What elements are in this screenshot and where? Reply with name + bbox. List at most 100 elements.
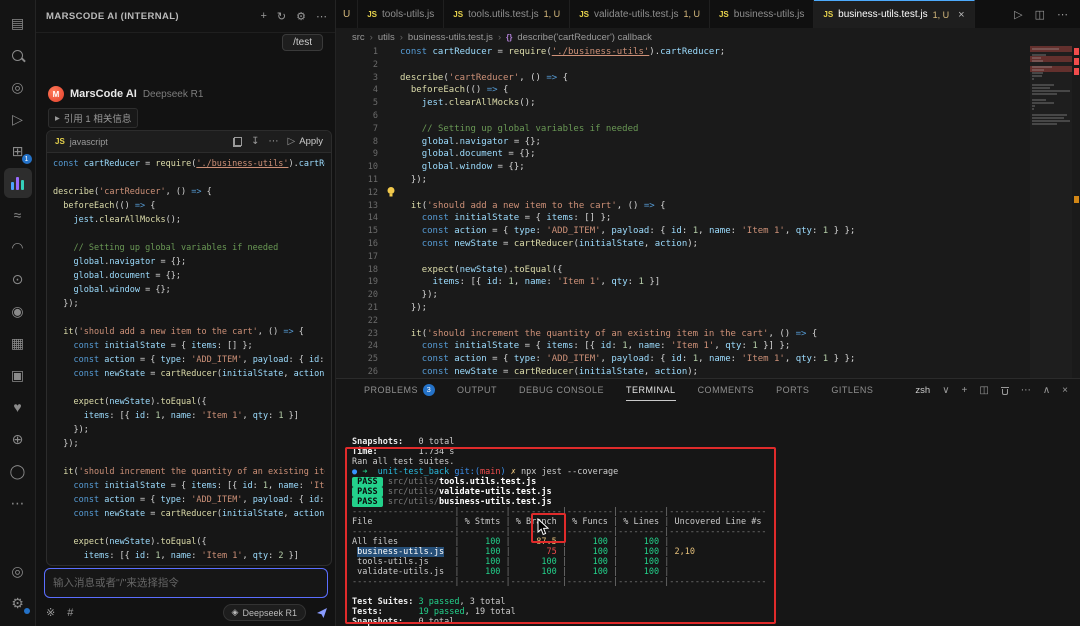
tab-business-utils-js[interactable]: JSbusiness-utils.js — [710, 0, 814, 28]
line-number: 1 — [336, 46, 392, 59]
activity-item-analytics[interactable]: ≈ — [4, 200, 32, 230]
tab-u[interactable]: U — [336, 0, 358, 28]
line-number: 21 — [336, 302, 392, 315]
send-button[interactable] — [316, 607, 328, 619]
terminal[interactable]: Snapshots: 0 totalTime: 1.734 sRan all t… — [336, 401, 1080, 626]
kill-terminal-icon — [1001, 386, 1009, 395]
activity-item-comments[interactable]: ◠ — [4, 232, 32, 262]
chat-more-button[interactable]: ⋯ — [316, 10, 327, 23]
breadcrumb-item[interactable]: src — [352, 32, 365, 43]
chat-code-line: }); — [53, 423, 325, 437]
terminal-line: --------------------|---------|---------… — [352, 527, 1080, 537]
shell-select-caret-icon[interactable]: ∨ — [942, 385, 949, 396]
split-editor-icon[interactable]: ◫ — [1035, 8, 1045, 21]
minimap-line — [1032, 108, 1034, 110]
chat-new-chat-button[interactable]: + — [260, 10, 266, 22]
terminal-line: File | % Stmts | % Branch | % Funcs | % … — [352, 517, 1080, 527]
activity-item-more[interactable]: ⋯ — [4, 488, 32, 518]
kill-terminal-icon[interactable] — [1001, 386, 1009, 395]
context-hash-button[interactable]: # — [67, 607, 73, 619]
model-selector[interactable]: ◈ Deepseek R1 — [223, 604, 306, 621]
breadcrumb-symbol-label[interactable]: describe('cartReducer') callback — [517, 32, 652, 43]
minimap-line — [1032, 114, 1067, 116]
activity-item-extensions[interactable]: ⊞1 — [4, 136, 32, 166]
js-file-icon: JS — [823, 10, 833, 19]
chat-history-button[interactable]: ↻ — [277, 10, 286, 23]
activity-item-marscode-ai[interactable] — [4, 168, 32, 198]
activity-item-package[interactable]: ▣ — [4, 360, 32, 390]
panel-tab-terminal[interactable]: TERMINAL — [626, 379, 676, 401]
minimap-line — [1032, 78, 1034, 80]
chat-code-line: const action = { type: 'ADD_ITEM', paylo… — [53, 493, 325, 507]
shell-selector[interactable]: zsh — [915, 385, 930, 396]
minimap-line — [1032, 69, 1044, 71]
code-line: 26 const newState = cartReducer(initialS… — [336, 366, 1080, 378]
minimap[interactable] — [1030, 46, 1072, 378]
explorer-icon: ▤ — [11, 15, 24, 32]
chat-code-line: describe('cartReducer', () => { — [53, 185, 325, 199]
chat-input[interactable] — [44, 568, 328, 598]
shell-label: zsh — [915, 385, 930, 396]
maximize-panel-icon[interactable]: ∧ — [1043, 385, 1050, 396]
js-file-icon: JS — [453, 10, 463, 19]
chat-code-line: const initialState = { items: [] }; — [53, 339, 325, 353]
activity-item-search[interactable] — [4, 40, 32, 70]
chat-code-lines: const cartReducer = require('./business-… — [47, 153, 331, 566]
more-button[interactable]: ⋯ — [269, 136, 279, 147]
activity-item-settings-gear[interactable]: ⚙ — [4, 588, 32, 618]
panel-tab-ports[interactable]: PORTS — [776, 379, 809, 401]
panel-tab-problems[interactable]: PROBLEMS3 — [364, 379, 435, 401]
panel-action-icons: ∨ + ◫ ⋯ ∧ × — [942, 385, 1068, 396]
tab-validate-utils-test-js[interactable]: JSvalidate-utils.test.js1, U — [570, 0, 710, 28]
activity-item-favorites[interactable]: ♥ — [4, 392, 32, 422]
breadcrumb-item[interactable]: utils — [378, 32, 395, 43]
js-lang-icon: JS — [55, 137, 65, 146]
minimap-line — [1032, 66, 1052, 68]
run-file-icon[interactable]: ▷ — [1014, 8, 1022, 21]
code-line: 9 global.document = {}; — [336, 148, 1080, 161]
tab-tools-utils-test-js[interactable]: JStools.utils.test.js1, U — [444, 0, 570, 28]
copy-code-button[interactable] — [233, 137, 242, 147]
panel-tab-output[interactable]: OUTPUT — [457, 379, 497, 401]
reference-toggle[interactable]: ▸ 引用 1 相关信息 — [48, 108, 138, 128]
chat-settings-button[interactable]: ⚙ — [296, 10, 306, 23]
editor[interactable]: 1const cartReducer = require('./business… — [336, 46, 1080, 378]
assistant-name: MarsCode AI — [70, 88, 137, 100]
new-terminal-icon[interactable]: + — [962, 385, 968, 396]
minimap-line — [1032, 84, 1054, 86]
terminal-line: Snapshots: 0 total — [352, 617, 1080, 626]
apply-button[interactable]: ▷Apply — [288, 136, 323, 147]
split-terminal-icon[interactable]: ◫ — [979, 385, 988, 396]
activity-item-explorer[interactable]: ▤ — [4, 8, 32, 38]
panel-tab-debug-console[interactable]: DEBUG CONSOLE — [519, 379, 604, 401]
activity-item-account[interactable]: ◎ — [4, 556, 32, 586]
more-actions-icon[interactable]: ⋯ — [1021, 385, 1031, 396]
code-line: 18 expect(newState).toEqual({ — [336, 264, 1080, 277]
breadcrumb-item[interactable]: business-utils.test.js — [408, 32, 493, 43]
commands-button[interactable]: ※ — [46, 606, 55, 619]
activity-item-run-tests[interactable]: ⊙ — [4, 264, 32, 294]
close-panel-icon[interactable]: × — [1062, 385, 1068, 396]
panel-tab-gitlens[interactable]: GITLENS — [831, 379, 873, 401]
activity-item-record[interactable]: ◉ — [4, 296, 32, 326]
user-command-chip: /test — [282, 34, 323, 51]
insert-code-button[interactable]: ↧ — [251, 136, 259, 147]
js-file-icon: JS — [367, 10, 377, 19]
chat-code-line: const initialState = { items: [{ id: 1, … — [53, 479, 325, 493]
activity-item-profile[interactable]: ◯ — [4, 456, 32, 486]
tab-business-utils-test-js[interactable]: JSbusiness-utils.test.js1, U× — [814, 0, 974, 28]
panel-tab-comments[interactable]: COMMENTS — [698, 379, 755, 401]
activity-item-ai-assistant[interactable]: ◎ — [4, 72, 32, 102]
activity-item-remote[interactable]: ⊕ — [4, 424, 32, 454]
more-actions-icon[interactable]: ⋯ — [1057, 8, 1068, 21]
terminal-line: PASS src/utils/business-utils.test.js — [352, 497, 1080, 507]
minimap-line — [1032, 72, 1043, 74]
chat-code-line: const action = { type: 'ADD_ITEM', paylo… — [53, 353, 325, 367]
activity-item-apps-grid[interactable]: ▦ — [4, 328, 32, 358]
tab-close-icon[interactable]: × — [958, 9, 964, 21]
code-action-lightbulb-icon[interactable] — [386, 186, 396, 201]
activity-item-run-debug[interactable]: ▷ — [4, 104, 32, 134]
chat-code-line: beforeEach(() => { — [53, 199, 325, 213]
analytics-icon: ≈ — [14, 207, 22, 223]
tab-tools-utils-js[interactable]: JStools-utils.js — [358, 0, 444, 28]
